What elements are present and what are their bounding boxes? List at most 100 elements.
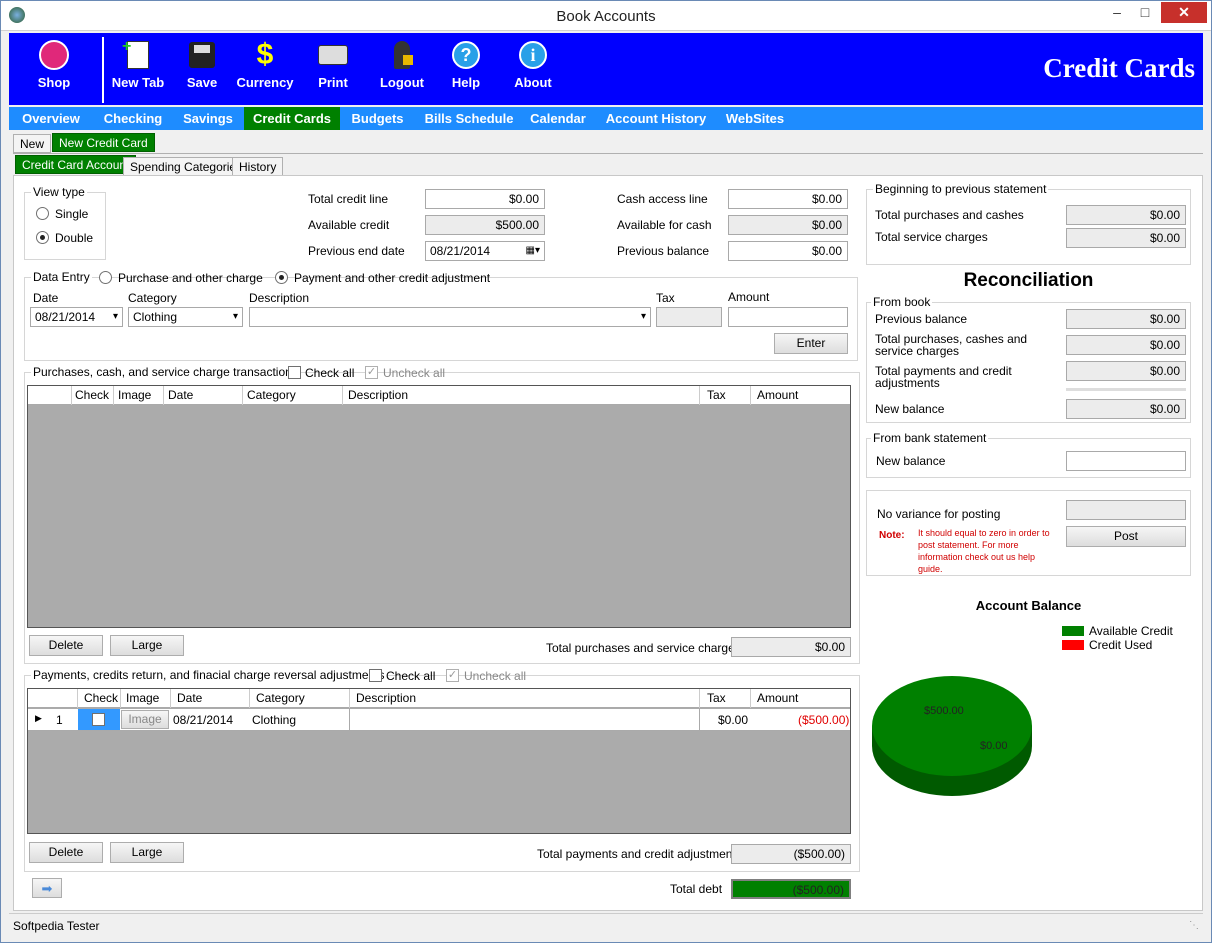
- col-amount[interactable]: Amount: [757, 388, 798, 402]
- calendar-dropdown-icon: ▦▾: [525, 245, 540, 256]
- row-image-button[interactable]: Image: [121, 710, 169, 729]
- recon-payments-field: $0.00: [1066, 361, 1186, 381]
- recon-purchases-label: Total purchases, cashes and service char…: [875, 332, 1028, 358]
- tab-history[interactable]: History: [232, 157, 284, 176]
- save-button[interactable]: Save: [172, 39, 232, 90]
- total-credit-line-label: Total credit line: [308, 192, 389, 206]
- purchases-total-field: $0.00: [731, 637, 851, 657]
- purchases-check-all-checkbox[interactable]: [288, 366, 301, 379]
- payments-check-all-checkbox[interactable]: [369, 669, 382, 682]
- toolbar: Shop + New Tab Save $ Currency Print Log…: [9, 33, 1203, 105]
- entry-date-picker[interactable]: 08/21/2014 ▾: [30, 307, 123, 327]
- available-for-cash-field: $0.00: [728, 215, 848, 235]
- from-bank-legend: From bank statement: [871, 431, 989, 445]
- from-book-legend: From book: [871, 295, 933, 309]
- variance-field: [1066, 500, 1186, 520]
- payments-total-label: Total payments and credit adjustments: [537, 847, 742, 861]
- logout-button[interactable]: Logout: [372, 39, 432, 90]
- row-category: Clothing: [252, 713, 297, 727]
- col-tax[interactable]: Tax: [707, 388, 726, 402]
- col-amount[interactable]: Amount: [757, 691, 798, 705]
- payments-large-button[interactable]: Large: [110, 842, 184, 863]
- double-label: Double: [55, 231, 94, 245]
- double-radio[interactable]: [36, 231, 49, 244]
- print-label: Print: [318, 75, 348, 90]
- pie-label-used: $0.00: [980, 740, 1008, 752]
- total-debt-field: ($500.00): [731, 879, 851, 899]
- entry-date-value: 08/21/2014: [35, 310, 96, 324]
- close-button[interactable]: ✕: [1161, 2, 1207, 23]
- previous-end-date-picker[interactable]: 08/21/2014 ▦▾: [425, 241, 545, 261]
- nav-websites[interactable]: WebSites: [717, 107, 793, 130]
- chevron-down-icon: ▾: [232, 311, 238, 322]
- payments-delete-button[interactable]: Delete: [29, 842, 103, 863]
- col-category[interactable]: Category: [247, 388, 296, 402]
- col-check[interactable]: Check: [84, 691, 118, 705]
- tab-new[interactable]: New: [13, 134, 52, 153]
- main-nav: Overview Checking Savings Credit Cards B…: [9, 107, 1203, 130]
- shop-button[interactable]: Shop: [24, 39, 84, 90]
- available-for-cash-label: Available for cash: [617, 218, 712, 232]
- row-pointer-icon: ▶: [35, 713, 42, 723]
- column-separator: [699, 709, 700, 730]
- entry-amount-field[interactable]: [728, 307, 848, 327]
- post-button[interactable]: Post: [1066, 526, 1186, 547]
- minimize-button[interactable]: –: [1103, 2, 1131, 24]
- nav-bills-schedule[interactable]: Bills Schedule: [419, 107, 519, 130]
- col-description[interactable]: Description: [356, 691, 416, 705]
- col-date[interactable]: Date: [168, 388, 193, 402]
- nav-budgets[interactable]: Budgets: [345, 107, 410, 130]
- enter-button[interactable]: Enter: [774, 333, 848, 354]
- purchases-large-button[interactable]: Large: [110, 635, 184, 656]
- col-description[interactable]: Description: [348, 388, 408, 402]
- next-arrow-button[interactable]: ➡: [32, 878, 62, 898]
- tab-spending-categories[interactable]: Spending Categories: [123, 157, 250, 176]
- about-button[interactable]: i About: [503, 39, 563, 90]
- entry-description-combo[interactable]: ▾: [249, 307, 651, 327]
- tab-new-credit-card[interactable]: New Credit Card: [52, 133, 155, 152]
- maximize-button[interactable]: □: [1131, 2, 1159, 24]
- nav-overview[interactable]: Overview: [13, 107, 89, 130]
- purchases-delete-button[interactable]: Delete: [29, 635, 103, 656]
- cash-access-line-label: Cash access line: [617, 192, 708, 206]
- nav-calendar[interactable]: Calendar: [523, 107, 593, 130]
- tab-credit-card-account[interactable]: Credit Card Account: [15, 155, 137, 174]
- help-label: Help: [451, 75, 481, 90]
- col-image[interactable]: Image: [118, 388, 151, 402]
- reconciliation-title: Reconciliation: [963, 270, 1094, 291]
- nav-credit-cards[interactable]: Credit Cards: [244, 107, 340, 130]
- chart-title: Account Balance: [975, 598, 1082, 613]
- table-row[interactable]: ▶ 1 Image 08/21/2014 Clothing $0.00 ($50…: [28, 709, 850, 731]
- bank-new-balance-field[interactable]: [1066, 451, 1186, 471]
- entry-category-select[interactable]: Clothing ▾: [128, 307, 243, 327]
- beginning-service-label: Total service charges: [875, 230, 988, 244]
- row-check-checkbox[interactable]: [92, 713, 105, 726]
- nav-checking[interactable]: Checking: [95, 107, 171, 130]
- single-radio[interactable]: [36, 207, 49, 220]
- nav-savings[interactable]: Savings: [175, 107, 241, 130]
- col-date[interactable]: Date: [177, 691, 202, 705]
- print-button[interactable]: Print: [303, 39, 363, 90]
- purchases-uncheck-all-checkbox[interactable]: ✓: [365, 366, 378, 379]
- payments-grid[interactable]: Check Image Date Category Description Ta…: [27, 688, 851, 834]
- new-tab-button[interactable]: + New Tab: [108, 38, 168, 90]
- col-tax[interactable]: Tax: [707, 691, 726, 705]
- purchase-radio[interactable]: [99, 271, 112, 284]
- purchases-grid[interactable]: Check Image Date Category Description Ta…: [27, 385, 851, 628]
- payment-radio[interactable]: [275, 271, 288, 284]
- col-image[interactable]: Image: [126, 691, 159, 705]
- col-check[interactable]: Check: [75, 388, 109, 402]
- nav-account-history[interactable]: Account History: [601, 107, 711, 130]
- col-category[interactable]: Category: [256, 691, 305, 705]
- column-separator: [163, 386, 164, 405]
- help-button[interactable]: ? Help: [436, 39, 496, 90]
- payment-label: Payment and other credit adjustment: [294, 271, 491, 285]
- total-credit-line-field[interactable]: $0.00: [425, 189, 545, 209]
- floppy-icon: [186, 39, 218, 71]
- column-separator: [71, 386, 72, 405]
- save-label: Save: [186, 75, 218, 90]
- previous-balance-field[interactable]: $0.00: [728, 241, 848, 261]
- currency-button[interactable]: $ Currency: [235, 38, 295, 90]
- payments-uncheck-all-checkbox[interactable]: ✓: [446, 669, 459, 682]
- cash-access-line-field[interactable]: $0.00: [728, 189, 848, 209]
